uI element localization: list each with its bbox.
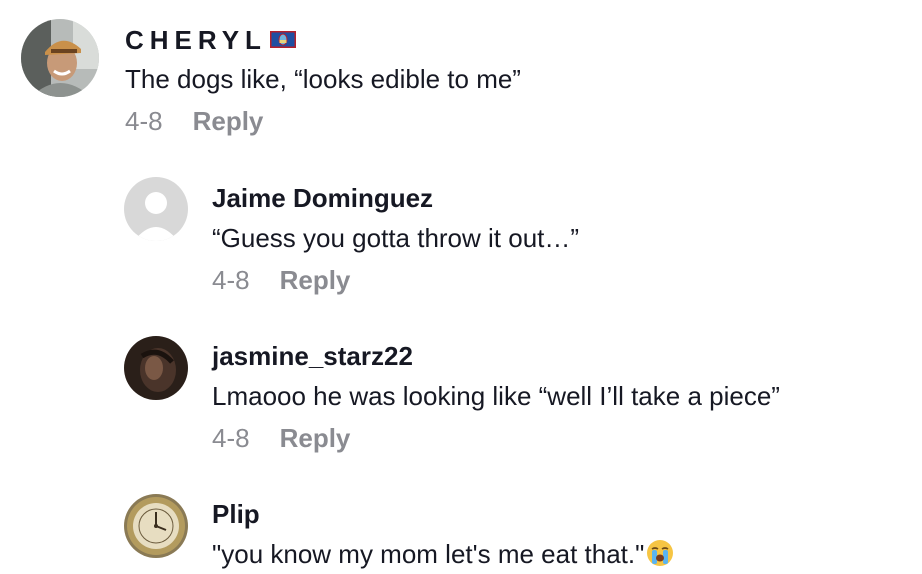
reply-button[interactable]: Reply	[193, 105, 264, 137]
user-photo-avatar	[21, 19, 99, 97]
comment-meta: 4-8 Reply	[125, 105, 263, 137]
username[interactable]: Jaime Dominguez	[212, 182, 433, 214]
comment-meta: 4-8 Reply	[212, 422, 350, 454]
reply-button[interactable]: Reply	[280, 422, 351, 454]
comment-text: Lmaooo he was looking like “well I’ll ta…	[212, 381, 780, 411]
username-text: CHERYL	[125, 25, 267, 55]
loudly-crying-face-icon	[647, 540, 674, 566]
user-photo-avatar	[124, 336, 188, 400]
reply-comment-item: Jaime Dominguez “Guess you gotta throw i…	[0, 160, 922, 310]
comment-meta: 4-8 Reply	[212, 264, 350, 296]
comment-item: CHERYL The dogs like, “looks edible to m…	[0, 0, 922, 150]
clock-avatar	[124, 494, 188, 558]
avatar[interactable]	[124, 494, 188, 558]
comment-text: “Guess you gotta throw it out…”	[212, 223, 580, 253]
avatar[interactable]	[21, 19, 99, 97]
comment-text-body: "you know my mom let's me eat that."	[212, 539, 645, 569]
comment-text: "you know my mom let's me eat that."	[212, 538, 674, 570]
username[interactable]: CHERYL	[125, 24, 296, 56]
reply-comment-item: jasmine_starz22 Lmaooo he was looking li…	[0, 318, 922, 468]
reply-comment-item: Plip "you know my mom let's me eat that.…	[0, 476, 922, 574]
comment-date: 4-8	[212, 423, 250, 453]
comment-text: The dogs like, “looks edible to me”	[125, 64, 521, 94]
username[interactable]: Plip	[212, 498, 260, 530]
comment-date: 4-8	[212, 265, 250, 295]
avatar[interactable]	[124, 336, 188, 400]
comment-date: 4-8	[125, 106, 163, 136]
avatar[interactable]	[124, 177, 188, 241]
reply-button[interactable]: Reply	[280, 264, 351, 296]
username[interactable]: jasmine_starz22	[212, 340, 413, 372]
guam-flag-icon	[269, 31, 296, 48]
default-avatar-icon	[124, 177, 188, 241]
